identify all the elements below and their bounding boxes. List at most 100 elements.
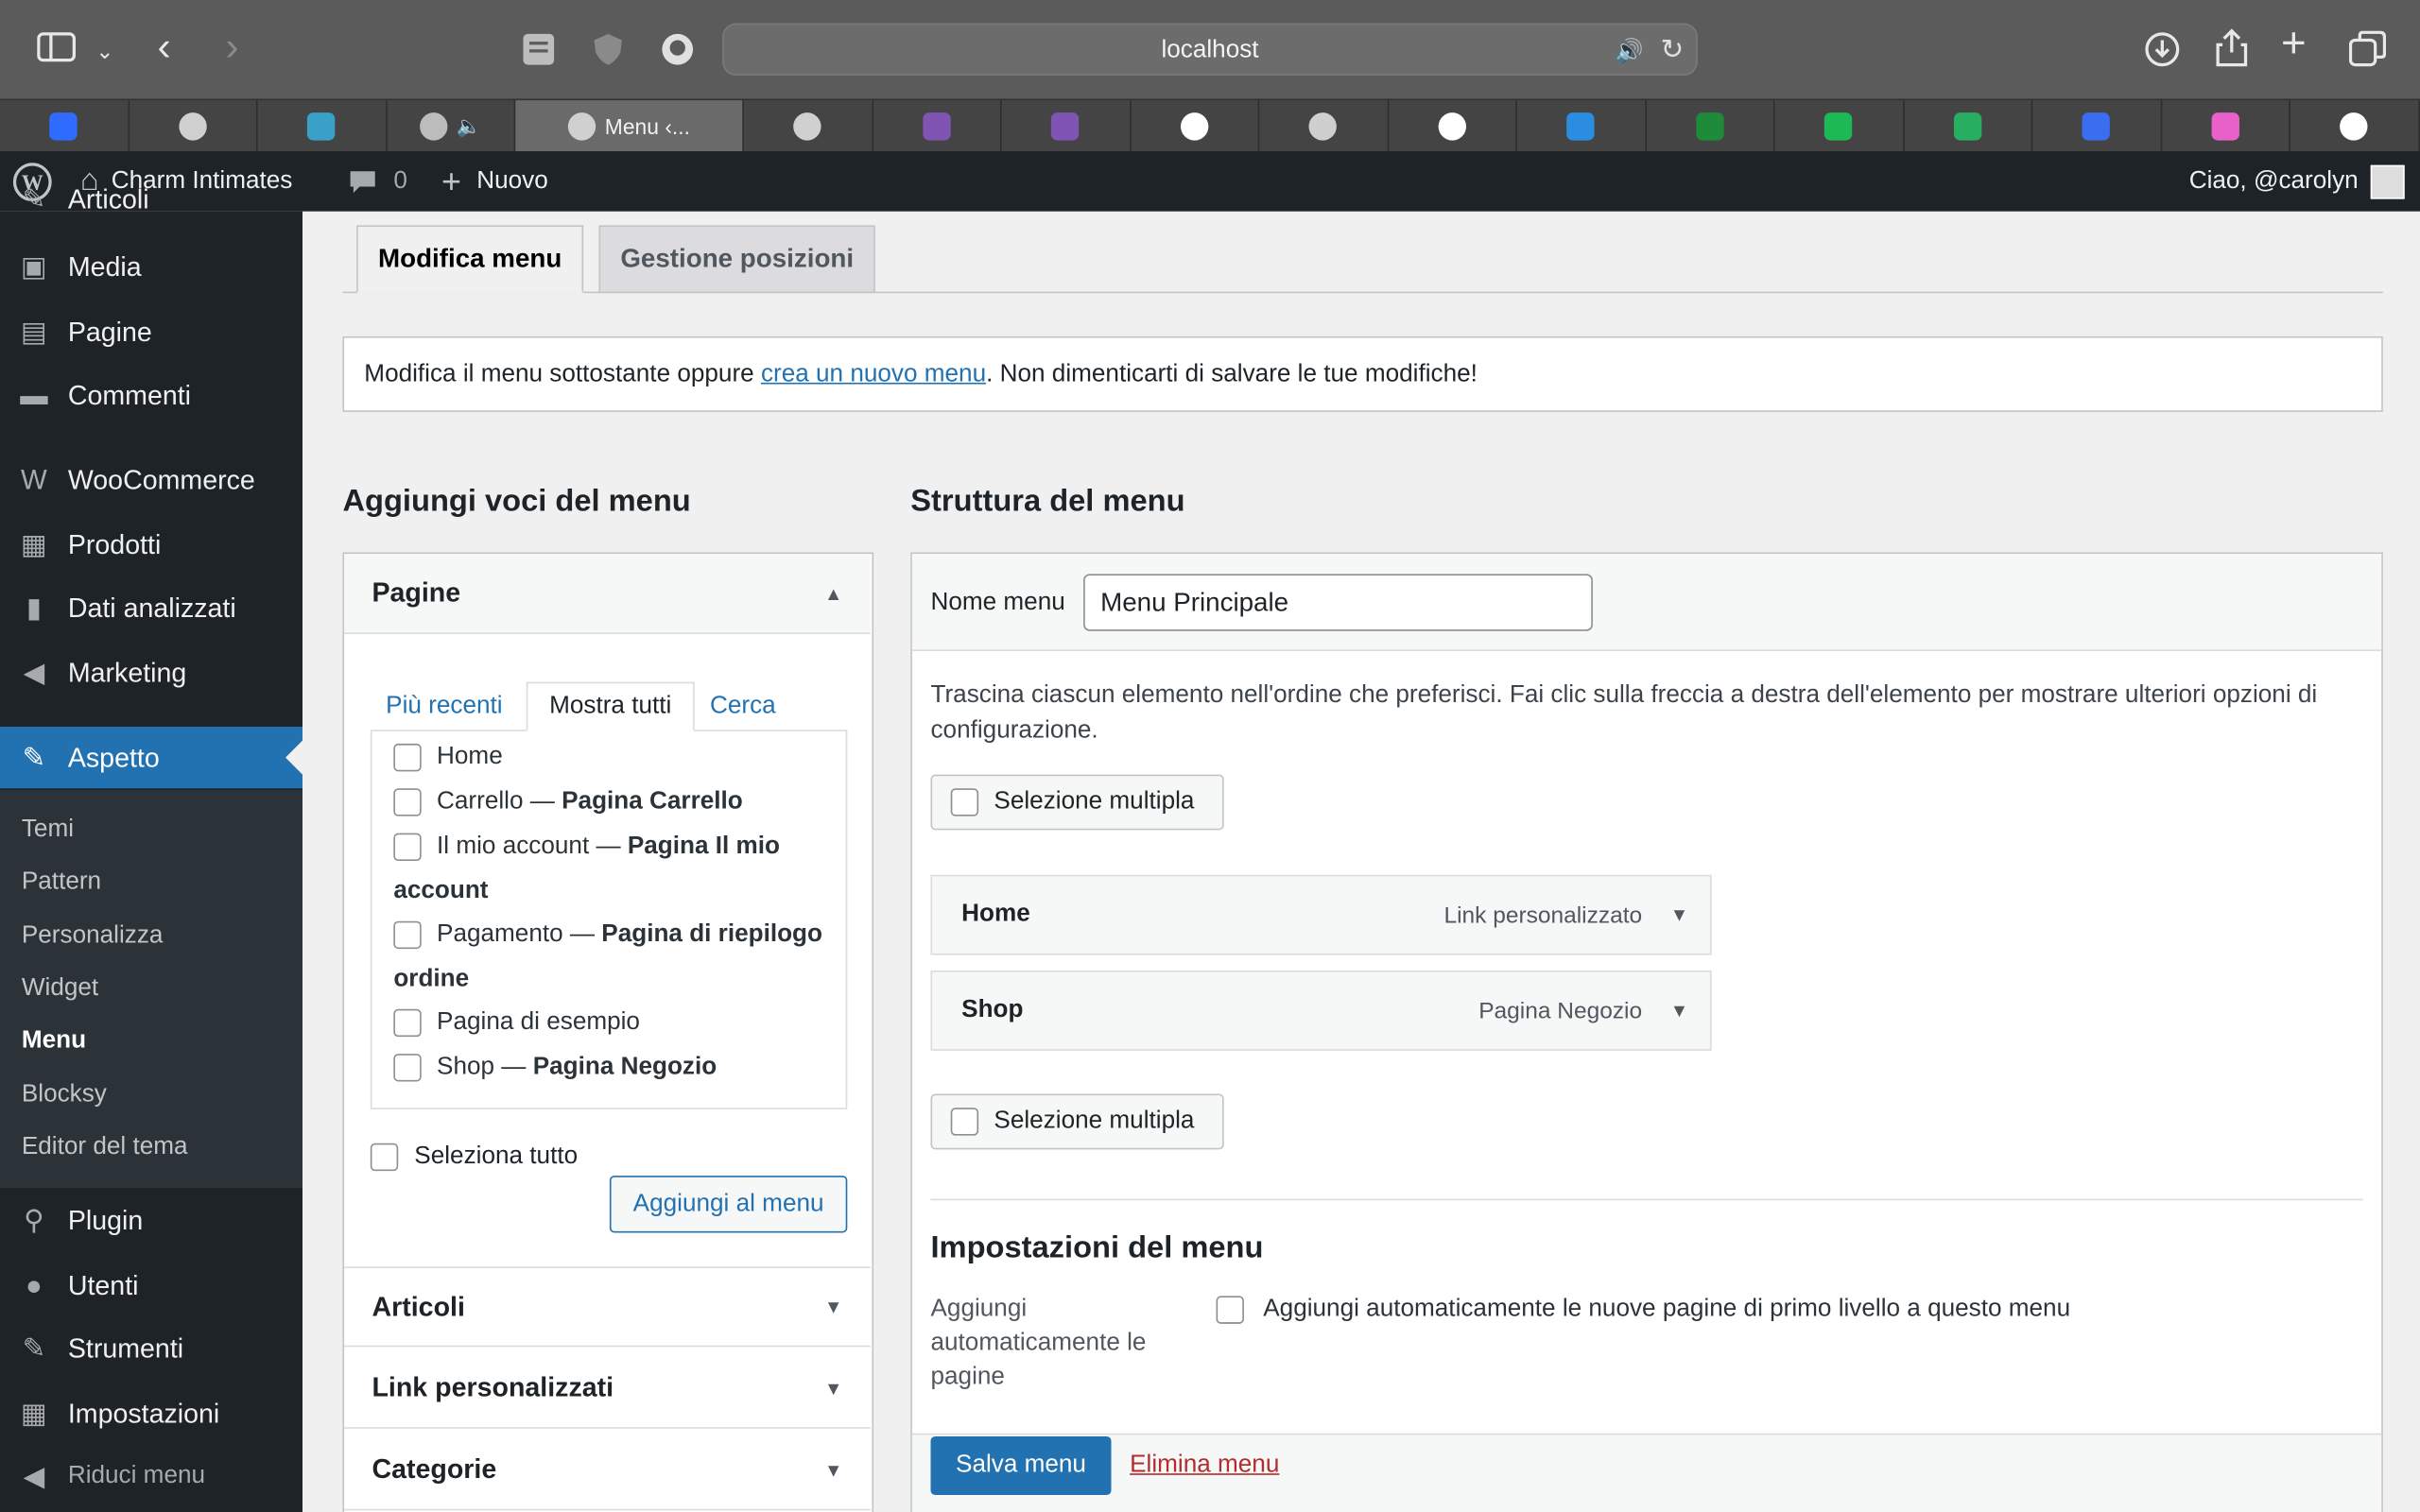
sidebar-item-media[interactable]: ▣ Media	[0, 236, 302, 298]
auto-add-checkbox[interactable]	[1216, 1296, 1244, 1324]
tab-piu-recenti[interactable]: Più recenti	[386, 693, 502, 720]
sidebar-item-prodotti[interactable]: ▦ Prodotti	[0, 514, 302, 576]
page-checkbox[interactable]	[393, 920, 422, 949]
menu-item-home[interactable]: Home Link personalizzato ▼	[930, 874, 1712, 955]
github-icon[interactable]	[661, 32, 695, 72]
submenu-item-personalizza[interactable]: Personalizza	[22, 922, 164, 950]
browser-tab[interactable]	[1775, 100, 1904, 153]
bolt-icon	[307, 112, 336, 141]
expand-arrow-icon[interactable]: ▼	[1670, 904, 1688, 926]
menu-item-shop[interactable]: Shop Pagina Negozio ▼	[930, 970, 1712, 1051]
shield-icon[interactable]	[593, 32, 624, 72]
page-option[interactable]: Carrello — Pagina Carrello	[393, 779, 840, 823]
browser-tab[interactable]	[0, 100, 130, 153]
browser-tab[interactable]	[2032, 100, 2162, 153]
tab-modifica-menu[interactable]: Modifica menu	[356, 225, 584, 294]
new-content-link[interactable]: + Nuovo	[441, 151, 548, 212]
reload-icon[interactable]: ↻	[1661, 34, 1685, 66]
new-tab-icon[interactable]: +	[2281, 21, 2307, 64]
audio-icon[interactable]: 🔊	[1615, 37, 1644, 65]
tab-overview-icon[interactable]	[2348, 30, 2387, 75]
page-option[interactable]: Il mio account — Pagina Il mio account	[393, 824, 840, 914]
sidebar-item-articoli[interactable]: ✎ Articoli	[0, 178, 302, 221]
chevron-down-icon[interactable]: ⌄	[95, 34, 113, 68]
page-checkbox[interactable]	[393, 1053, 422, 1082]
submenu-item-menu[interactable]: Menu	[22, 1028, 86, 1056]
accordion-articoli-header[interactable]: Articoli ▼	[344, 1266, 871, 1348]
create-menu-link[interactable]: crea un nuovo menu	[761, 361, 986, 387]
browser-tab[interactable]: 🔈	[387, 100, 516, 153]
accordion-categorie-header[interactable]: Categorie ▼	[344, 1430, 871, 1511]
browser-tab[interactable]	[2162, 100, 2290, 153]
bulk-select-top[interactable]: Selezione multipla	[930, 774, 1224, 831]
select-all-row[interactable]: Seleziona tutto	[370, 1143, 578, 1172]
page-option[interactable]: Pagamento — Pagina di riepilogo ordine	[393, 912, 840, 1002]
submenu-item-temi[interactable]: Temi	[22, 816, 74, 844]
browser-tab[interactable]	[1259, 100, 1389, 153]
sidebar-item-marketing[interactable]: ◀ Marketing	[0, 642, 302, 703]
tab-gestione-posizioni[interactable]: Gestione posizioni	[598, 225, 875, 294]
sidebar-item-impostazioni[interactable]: ▦ Impostazioni	[0, 1383, 302, 1444]
sidebar-item-pagine[interactable]: ▤ Pagine	[0, 301, 302, 362]
browser-tab[interactable]	[1131, 100, 1260, 153]
collapse-menu-button[interactable]: ◀ Riduci menu	[0, 1446, 302, 1507]
settings-icon: ▦	[21, 1397, 47, 1429]
bulk-select-checkbox[interactable]	[950, 788, 979, 816]
page-checkbox[interactable]	[393, 833, 422, 861]
browser-tab[interactable]	[1389, 100, 1517, 153]
add-to-menu-button[interactable]: Aggiungi al menu	[609, 1176, 848, 1233]
submenu-item-pattern[interactable]: Pattern	[22, 869, 101, 897]
sidebar-item-woocommerce[interactable]: W WooCommerce	[0, 449, 302, 510]
f-icon	[2082, 112, 2111, 141]
submenu-item-editor-del-tema[interactable]: Editor del tema	[22, 1134, 188, 1161]
browser-tab[interactable]	[2290, 100, 2420, 153]
menu-name-input[interactable]	[1083, 574, 1593, 631]
tab-active-menu[interactable]: Menu ‹...	[515, 100, 744, 153]
browser-tab[interactable]	[1904, 100, 2033, 153]
comment-icon	[350, 170, 375, 193]
page-checkbox[interactable]	[393, 1008, 422, 1037]
accordion-pages-header[interactable]: Pagine ▲	[344, 554, 871, 635]
sidebar-toggle-icon[interactable]	[37, 31, 77, 71]
page-option[interactable]: Pagina di esempio	[393, 1000, 840, 1044]
expand-arrow-icon[interactable]: ▼	[1670, 1000, 1688, 1022]
comments-link[interactable]: 0	[349, 151, 407, 212]
reader-icon[interactable]	[522, 32, 556, 72]
page-checkbox[interactable]	[393, 743, 422, 771]
browser-tab[interactable]	[1517, 100, 1647, 153]
tab-mostra-tutti[interactable]: Mostra tutti	[526, 681, 695, 731]
sidebar-item-commenti[interactable]: ▬ Commenti	[0, 364, 302, 425]
sidebar-item-plugin[interactable]: ⚲ Plugin	[0, 1190, 302, 1251]
structure-heading: Struttura del menu	[910, 484, 1185, 519]
browser-tab[interactable]	[1646, 100, 1775, 153]
sidebar-item-label: Impostazioni	[67, 1397, 220, 1429]
bulk-select-bottom[interactable]: Selezione multipla	[930, 1093, 1224, 1150]
accordion-link-personalizzati-header[interactable]: Link personalizzati ▼	[344, 1349, 871, 1429]
speaker-icon[interactable]: 🔈	[457, 114, 481, 139]
browser-tab[interactable]	[873, 100, 1002, 153]
save-menu-button[interactable]: Salva menu	[930, 1435, 1112, 1496]
page-option[interactable]: Shop — Pagina Negozio	[393, 1044, 840, 1089]
sidebar-item-utenti[interactable]: ● Utenti	[0, 1254, 302, 1315]
share-icon[interactable]	[2215, 27, 2249, 74]
submenu-item-blocksy[interactable]: Blocksy	[22, 1081, 107, 1108]
browser-tab[interactable]	[129, 100, 258, 153]
browser-tab[interactable]	[744, 100, 873, 153]
page-option[interactable]: Home	[393, 734, 840, 779]
browser-tab[interactable]	[258, 100, 387, 153]
sidebar-item-strumenti[interactable]: ✎ Strumenti	[0, 1317, 302, 1379]
page-checkbox[interactable]	[393, 787, 422, 816]
auto-add-option[interactable]: Aggiungi automaticamente le nuove pagine…	[1216, 1296, 2070, 1324]
sidebar-item-dati-analizzati[interactable]: ▮ Dati analizzati	[0, 577, 302, 639]
bulk-select-checkbox[interactable]	[950, 1108, 979, 1136]
select-all-checkbox[interactable]	[370, 1143, 399, 1172]
download-icon[interactable]	[2144, 31, 2181, 75]
account-menu[interactable]: Ciao, @carolyn	[2189, 151, 2405, 212]
browser-tab[interactable]	[1002, 100, 1131, 153]
delete-menu-link[interactable]: Elimina menu	[1130, 1452, 1279, 1479]
sidebar-item-aspetto[interactable]: ✎ Aspetto	[0, 726, 302, 789]
back-icon[interactable]: ‹	[158, 26, 171, 66]
submenu-item-widget[interactable]: Widget	[22, 975, 98, 1003]
tab-cerca[interactable]: Cerca	[710, 693, 776, 720]
address-bar[interactable]: localhost 🔊 ↻	[722, 23, 1698, 76]
